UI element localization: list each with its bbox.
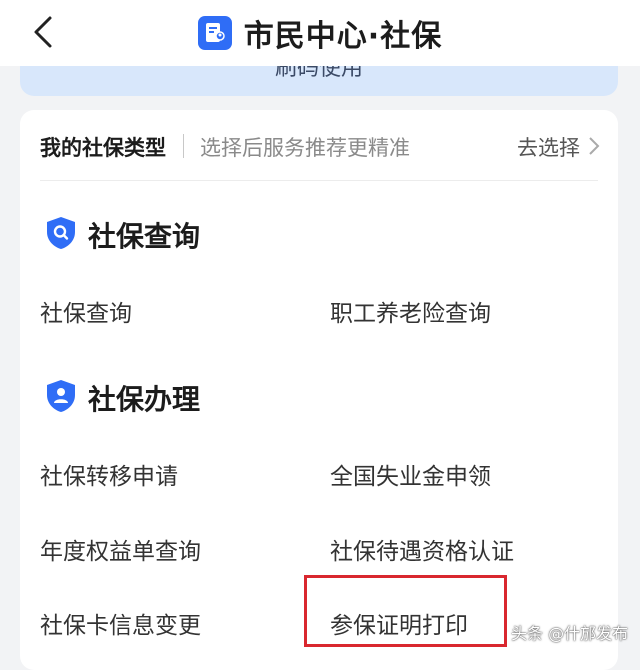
section-title-query: 社保查询 — [88, 220, 201, 253]
service-item-pension-query[interactable]: 职工养老险查询 — [330, 294, 491, 328]
page-title: 市民中心·社保 — [243, 19, 443, 54]
type-separator — [183, 134, 184, 158]
person-shield-icon — [47, 380, 75, 412]
service-item-social-security-query[interactable]: 社保查询 — [40, 294, 132, 328]
top-bar: 市民中心·社保 — [0, 0, 640, 66]
divider — [40, 180, 598, 181]
section-title-handling: 社保办理 — [88, 383, 201, 416]
highlight-box — [304, 575, 507, 647]
document-person-icon — [197, 16, 232, 50]
service-item-annual-statement[interactable]: 年度权益单查询 — [40, 532, 201, 566]
social-security-type-row[interactable]: 我的社保类型 选择后服务推荐更精准 去选择 — [20, 110, 618, 182]
type-label: 我的社保类型 — [40, 136, 166, 160]
search-shield-icon — [47, 217, 75, 249]
type-hint: 选择后服务推荐更精准 — [200, 136, 410, 160]
title-group: 市民中心·社保 — [0, 0, 640, 66]
chevron-right-icon — [589, 137, 600, 155]
choose-type-link[interactable]: 去选择 — [517, 132, 580, 162]
service-item-transfer[interactable]: 社保转移申请 — [40, 457, 178, 491]
service-item-card-info-change[interactable]: 社保卡信息变更 — [40, 606, 201, 640]
scan-code-banner[interactable]: 刷码使用 — [20, 66, 618, 96]
service-item-unemployment[interactable]: 全国失业金申领 — [330, 457, 491, 491]
banner-text: 刷码使用 — [274, 66, 363, 81]
service-item-benefit-qualification[interactable]: 社保待遇资格认证 — [330, 532, 514, 566]
watermark: 头条 @什邡发布 — [511, 624, 629, 643]
